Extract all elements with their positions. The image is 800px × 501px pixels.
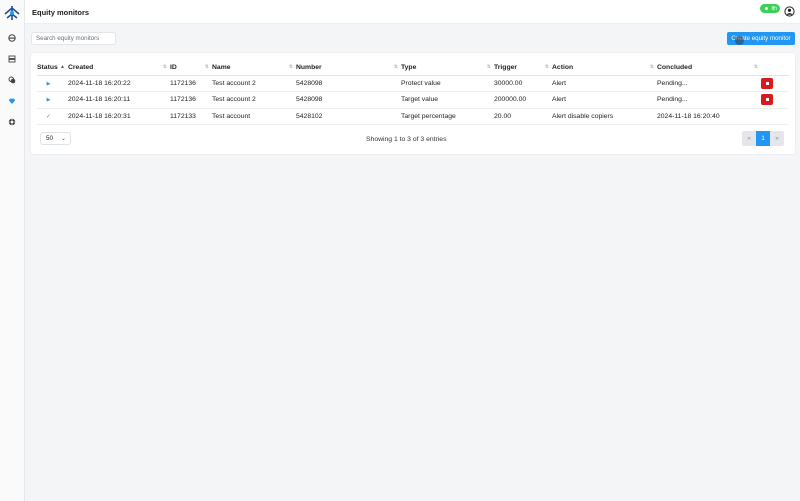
- sidebar-item-support-icon[interactable]: [7, 117, 17, 127]
- pagination-page-button[interactable]: 1: [756, 131, 770, 146]
- sort-icon: ⇅: [544, 64, 549, 70]
- cell-action: Alert: [552, 91, 657, 109]
- status-badge-label: 8h: [771, 5, 777, 12]
- equity-monitors-table: Status ▲ Created ⇅ ID ⇅ Name ⇅ Number ⇅ Type ⇅…: [37, 60, 789, 125]
- mouse-cursor-indicator: [735, 36, 744, 45]
- user-account-icon[interactable]: [784, 6, 795, 17]
- cell-id: 1172136: [170, 75, 212, 92]
- app-logo-icon[interactable]: [3, 5, 21, 21]
- cell-name: Test account 2: [212, 75, 296, 92]
- status-badge[interactable]: 8h: [760, 4, 780, 13]
- table-row[interactable]: ▶ 2024-11-18 16:20:22 1172136 Test accou…: [37, 75, 789, 92]
- sidebar-item-equity-monitors-icon[interactable]: [7, 96, 17, 106]
- table-info-text: Showing 1 to 3 of 3 entries: [366, 136, 447, 143]
- cell-controls: [761, 108, 789, 125]
- pagination-prev-button[interactable]: «: [742, 131, 756, 146]
- sort-asc-icon: ▲: [60, 64, 65, 70]
- sort-icon: ⇅: [162, 64, 167, 70]
- create-equity-monitor-button[interactable]: Create equity monitor: [727, 32, 795, 45]
- column-header-action[interactable]: Action ⇅: [552, 60, 657, 76]
- cell-action: Alert: [552, 75, 657, 92]
- cell-controls: [761, 75, 789, 92]
- page-length-select[interactable]: 50 ⌄: [40, 132, 71, 145]
- page-title: Equity monitors: [32, 8, 90, 17]
- column-header-number[interactable]: Number ⇅: [296, 60, 401, 76]
- top-bar: Equity monitors 8h: [25, 0, 800, 24]
- cell-created: 2024-11-18 16:20:11: [68, 91, 170, 109]
- stop-monitor-button[interactable]: [761, 94, 773, 106]
- cell-number: 5428102: [296, 108, 401, 125]
- column-header-trigger[interactable]: Trigger ⇅: [494, 60, 552, 76]
- cell-type: Protect value: [401, 75, 494, 92]
- page-length-value: 50: [46, 135, 53, 142]
- status-check-icon: ✓: [37, 108, 68, 125]
- column-header-type[interactable]: Type ⇅: [401, 60, 494, 76]
- cell-number: 5428098: [296, 75, 401, 92]
- cell-trigger: 30000.00: [494, 75, 552, 92]
- status-play-icon: ▶: [37, 91, 68, 109]
- column-header-status[interactable]: Status ▲: [37, 60, 68, 76]
- sort-icon: ⇅: [649, 64, 654, 70]
- column-header-created[interactable]: Created ⇅: [68, 60, 170, 76]
- cell-concluded: 2024-11-18 16:20:40: [657, 108, 761, 125]
- cell-created: 2024-11-18 16:20:31: [68, 108, 170, 125]
- column-header-concluded[interactable]: Concluded ⇅: [657, 60, 761, 76]
- table-header-row: Status ▲ Created ⇅ ID ⇅ Name ⇅ Number ⇅ Type ⇅…: [37, 60, 789, 76]
- cell-id: 1172136: [170, 91, 212, 109]
- cell-number: 5428098: [296, 91, 401, 109]
- cell-name: Test account 2: [212, 91, 296, 109]
- table-row[interactable]: ▶ 2024-11-18 16:20:11 1172136 Test accou…: [37, 91, 789, 109]
- cell-concluded: Pending...: [657, 91, 761, 109]
- pagination-next-button[interactable]: »: [770, 131, 784, 146]
- sort-icon: ⇅: [204, 64, 209, 70]
- cell-controls: [761, 91, 789, 109]
- sidebar-item-dashboard-icon[interactable]: [7, 33, 17, 43]
- search-input[interactable]: [31, 32, 116, 45]
- cell-type: Target percentage: [401, 108, 494, 125]
- sort-icon: ⇅: [486, 64, 491, 70]
- cell-type: Target value: [401, 91, 494, 109]
- cell-id: 1172133: [170, 108, 212, 125]
- sort-icon: ⇅: [393, 64, 398, 70]
- cell-trigger: 200000.00: [494, 91, 552, 109]
- cell-trigger: 20.00: [494, 108, 552, 125]
- cell-name: Test account: [212, 108, 296, 125]
- column-header-actions: [761, 60, 789, 76]
- sidebar: [0, 0, 25, 501]
- cell-concluded: Pending...: [657, 75, 761, 92]
- column-header-id[interactable]: ID ⇅: [170, 60, 212, 76]
- sort-icon: ⇅: [753, 64, 758, 70]
- sidebar-item-copiers-icon[interactable]: [7, 75, 17, 85]
- stop-monitor-button[interactable]: [761, 77, 773, 89]
- status-play-icon: ▶: [37, 75, 68, 92]
- table-row[interactable]: ✓ 2024-11-18 16:20:31 1172133 Test accou…: [37, 108, 789, 125]
- cell-action: Alert disable copiers: [552, 108, 657, 125]
- pagination: « 1 »: [742, 131, 784, 146]
- cell-created: 2024-11-18 16:20:22: [68, 75, 170, 92]
- sidebar-item-accounts-icon[interactable]: [7, 54, 17, 64]
- status-dot-icon: [765, 7, 769, 10]
- sort-icon: ⇅: [288, 64, 293, 70]
- stop-icon: [765, 81, 769, 85]
- stop-icon: [765, 98, 769, 102]
- column-header-name[interactable]: Name ⇅: [212, 60, 296, 76]
- chevron-down-icon: ⌄: [60, 136, 66, 142]
